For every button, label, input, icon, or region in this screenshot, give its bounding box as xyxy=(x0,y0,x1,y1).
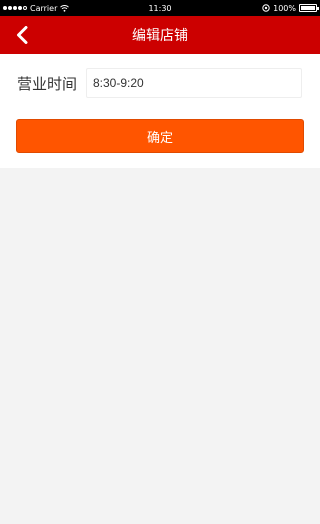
wifi-icon xyxy=(60,4,70,12)
confirm-button[interactable]: 确定 xyxy=(16,119,304,153)
carrier-label: Carrier xyxy=(30,3,58,13)
nav-bar: 编辑店铺 xyxy=(0,16,320,54)
signal-strength-icon xyxy=(3,6,27,10)
page-title: 编辑店铺 xyxy=(132,28,188,44)
battery-icon xyxy=(299,4,319,12)
chevron-left-icon xyxy=(17,26,28,44)
battery-percent: 100% xyxy=(273,3,296,13)
status-left: Carrier xyxy=(0,3,70,13)
status-right: 100% xyxy=(262,3,319,13)
status-bar: Carrier 11:30 100% xyxy=(0,0,320,16)
battery-fill xyxy=(301,6,315,10)
business-hours-row: 营业时间 xyxy=(0,68,320,98)
business-hours-input[interactable] xyxy=(86,68,302,98)
back-button[interactable] xyxy=(8,16,36,54)
orientation-lock-icon xyxy=(262,4,270,12)
business-hours-label: 营业时间 xyxy=(17,74,78,93)
edit-store-form: 营业时间 确定 xyxy=(0,54,320,168)
